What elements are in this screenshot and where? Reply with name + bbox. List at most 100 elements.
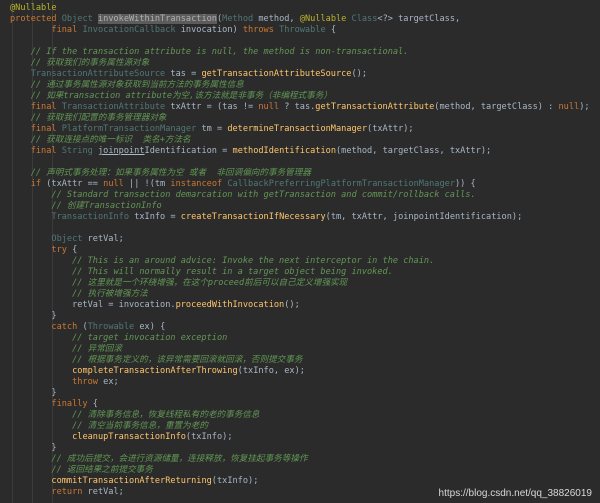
code-token: Method	[222, 14, 259, 24]
code-token: Object	[10, 234, 88, 244]
code-token: if	[10, 179, 47, 189]
code-token: )) {	[455, 179, 476, 189]
code-token: Throwable	[87, 322, 140, 332]
code-token: commitTransactionAfterReturning	[51, 476, 212, 486]
code-token: }	[10, 388, 57, 398]
code-token: {	[92, 399, 98, 409]
code-token: completeTransactionAfterThrowing	[72, 366, 238, 376]
code-token: TransactionAttributeSource	[10, 69, 171, 79]
code-token: TransactionInfo	[10, 212, 135, 222]
code-token: // 获取我们的事务属性源对象	[10, 58, 150, 68]
code-token: || !(tm	[129, 179, 171, 189]
code-token: // Standard transaction demarcation with…	[10, 190, 476, 200]
code-token: // 创建TransactionInfo	[10, 201, 162, 211]
code-token: (txInfo, ex);	[237, 366, 305, 376]
code-token: // This will normally result in a target…	[10, 267, 393, 277]
code-token: // 获取连接点的唯一标识 类名+方法名	[10, 135, 191, 145]
code-token: // target invocation exception	[10, 333, 228, 343]
code-token: // 清除事务信息，恢复线程私有的老的事务信息	[10, 410, 260, 420]
code-token: // This is an around advice: Invoke the …	[10, 256, 435, 266]
code-token: (txInfo);	[211, 476, 259, 486]
code-token: // 通过事务属性源对象获取到当前方法的事务属性信息	[10, 80, 244, 90]
code-token: ex) {	[139, 322, 166, 332]
code-token: PlatformTransactionManager	[61, 124, 202, 134]
code-token: // 返回结果之前提交事务	[10, 465, 153, 475]
code-token: {	[72, 245, 78, 255]
code-token: // If the transaction attribute is null,…	[10, 47, 409, 57]
code-token: // 获取我们配置的事务管理器对象	[10, 113, 167, 123]
code-token: protected	[10, 14, 62, 24]
code-token: return	[10, 487, 88, 497]
code-editor[interactable]: @Nullable protected Object invokeWithinTr…	[0, 0, 600, 503]
code-token: // 成功后提交，会进行资源储量，连接释放，恢复挂起事务等操作	[10, 454, 308, 464]
code-token: final	[10, 124, 62, 134]
code-token: throws	[242, 25, 280, 35]
code-token: finally	[10, 399, 93, 409]
code-token: // 根据事务定义的，该异常需要回滚就回滚，否则提交事务	[10, 355, 303, 365]
code-token: CallbackPreferringPlatformTransactionMan…	[227, 179, 455, 189]
code-token: tas =	[170, 69, 202, 79]
code-token: // 清空当前事务信息，重置为老的	[10, 421, 208, 431]
code-token: catch	[10, 322, 83, 332]
code-token: // 异常回滚	[10, 344, 122, 354]
code-token: {	[330, 25, 336, 35]
code-token: // 这里就是一个环绕增强，在这个proceed前后可以自己定义增强实现	[10, 278, 348, 288]
code-token: joinpoint	[97, 146, 145, 156]
code-token: (tm, txAttr, joinpointIdentification);	[325, 212, 523, 222]
code-token: determineTransactionManager	[227, 124, 368, 134]
code-token: // 如果transaction attribute为空,该方法就是非事务（非编…	[10, 91, 332, 101]
code-token: ex;	[103, 377, 119, 387]
code-token: Throwable	[279, 25, 331, 35]
code-token: null	[558, 102, 580, 112]
code-token: try	[10, 245, 73, 255]
code-token: getTransactionAttributeSource	[201, 69, 352, 79]
code-token: (txInfo);	[185, 432, 233, 442]
code-token: (txAttr);	[367, 124, 414, 134]
watermark: https://blog.csdn.net/qq_38826019	[438, 488, 592, 499]
code-token: createTransactionIfNecessary	[180, 212, 326, 222]
code-token: @Nullable	[299, 14, 352, 24]
code-token: getTransactionAttribute	[315, 102, 435, 112]
code-token: <?> targetClass,	[377, 14, 461, 24]
code-token: instanceof	[170, 179, 228, 189]
code-token: Object	[61, 14, 98, 24]
code-token: methodIdentification	[232, 146, 336, 156]
code-token: final	[10, 102, 62, 112]
code-token: retVal;	[87, 487, 124, 497]
code-token: String	[61, 146, 98, 156]
code-token: Identification =	[144, 146, 233, 156]
code-token: final	[10, 146, 62, 156]
code-token: proceedWithInvocation	[175, 300, 285, 310]
code-token: // 执行被增强方法	[10, 289, 148, 299]
code-token: retVal = invocation.	[10, 300, 176, 310]
code-token: TransactionAttribute	[61, 102, 171, 112]
code-token: ? tas.	[284, 102, 316, 112]
code-token: (method, targetClass) :	[434, 102, 559, 112]
code-token: txInfo =	[134, 212, 181, 222]
code-token: null	[103, 179, 130, 189]
code-token: ();	[284, 300, 300, 310]
code-token: cleanupTransactionInfo	[72, 432, 186, 442]
code-token: // 声明式事务处理：如果事务属性为空 或者 非回调偏向的事务管理器	[10, 168, 311, 178]
code-token: ();	[351, 69, 368, 79]
code-token: throw	[10, 377, 104, 387]
code-token: Class	[351, 14, 378, 24]
code-token: final	[10, 25, 83, 35]
code-token: txAttr = (tas !=	[170, 102, 259, 112]
code-token: null	[258, 102, 285, 112]
code-token: retVal;	[87, 234, 124, 244]
code-token: method,	[258, 14, 300, 24]
code-token: );	[579, 102, 590, 112]
code-token: }	[10, 443, 57, 453]
code-token: tm =	[201, 124, 228, 134]
code-token: @Nullable	[10, 3, 57, 13]
code-token: invocation)	[180, 25, 243, 35]
code-token: (method, targetClass, txAttr);	[336, 146, 492, 156]
code-token: (txAttr ==	[46, 179, 104, 189]
code-token: }	[10, 311, 57, 321]
code-token: invokeWithinTransaction	[97, 14, 217, 24]
code-token: InvocationCallback	[82, 25, 181, 35]
